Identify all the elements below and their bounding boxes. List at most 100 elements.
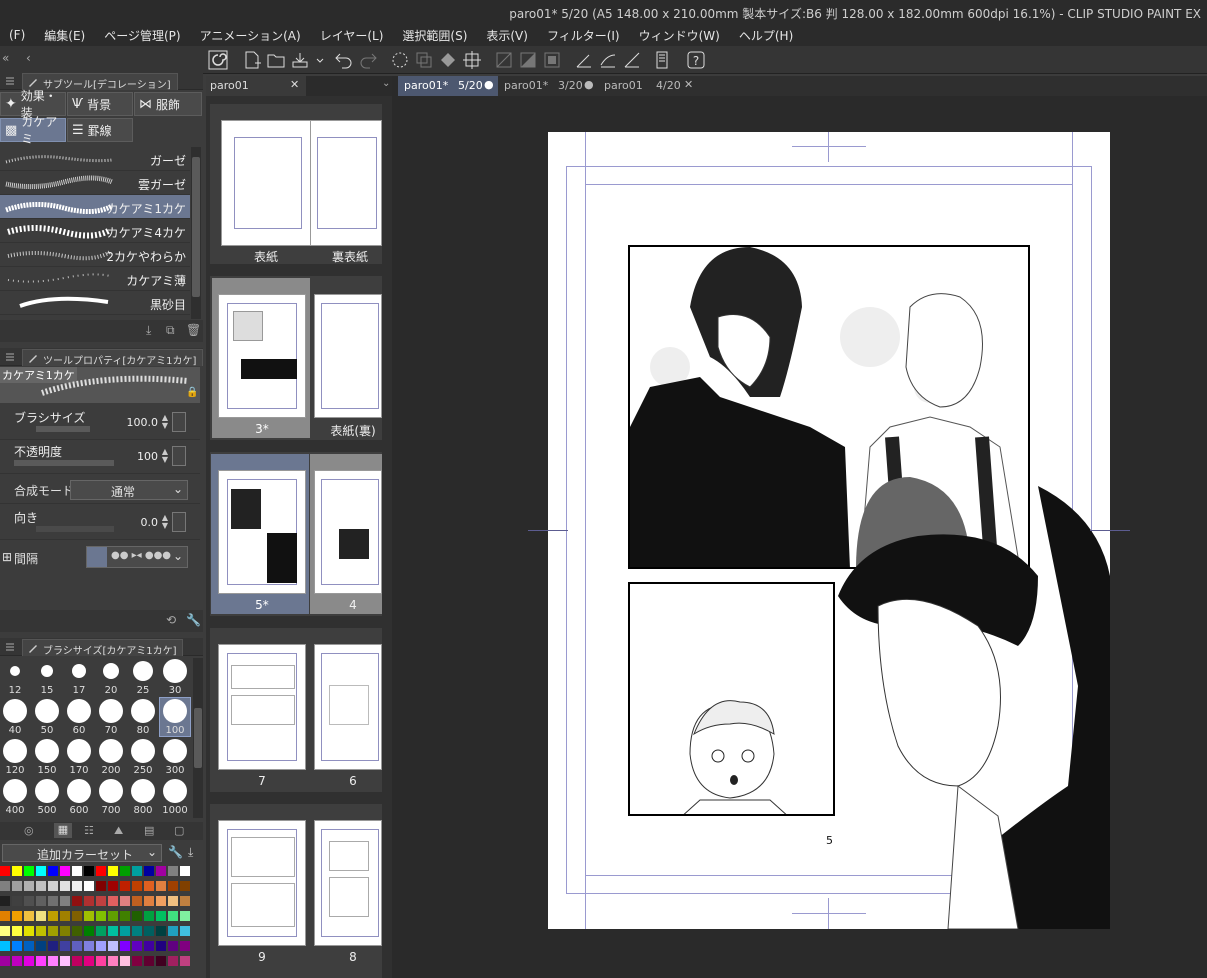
invert-selection-icon[interactable] (518, 50, 538, 70)
color-swatch[interactable] (96, 956, 106, 966)
color-swatch[interactable] (168, 896, 178, 906)
color-swatch[interactable] (168, 881, 178, 891)
color-swatch[interactable] (36, 926, 46, 936)
color-swatch[interactable] (168, 911, 178, 921)
color-swatch[interactable] (0, 896, 10, 906)
fill-icon[interactable] (438, 50, 458, 70)
slider-icon[interactable]: ☷ (84, 824, 94, 837)
color-swatch[interactable] (108, 896, 118, 906)
chevron-left-icon[interactable]: ‹ (26, 51, 31, 65)
color-swatch[interactable] (24, 881, 34, 891)
page-thumb-4[interactable] (314, 470, 382, 594)
color-swatch[interactable] (24, 926, 34, 936)
color-wheel-icon[interactable]: ◎ (24, 824, 34, 837)
canvas-tab[interactable]: paro01 4/20 ✕ (598, 76, 698, 96)
color-swatch[interactable] (48, 941, 58, 951)
size-cell[interactable]: 20 (96, 658, 126, 696)
manga-page[interactable]: 5 (548, 132, 1110, 929)
color-swatch[interactable] (156, 881, 166, 891)
color-swatch[interactable] (144, 881, 154, 891)
menu-edit[interactable]: 編集(E) (35, 27, 95, 44)
brush-item-gauze[interactable]: ガーゼ (0, 147, 190, 171)
page-thumb-7[interactable] (218, 644, 306, 770)
color-swatch[interactable] (60, 926, 70, 936)
color-swatch[interactable] (180, 956, 190, 966)
size-cell[interactable]: 300 (160, 738, 190, 776)
color-swatch[interactable] (120, 926, 130, 936)
canvas-tab-active[interactable]: paro01* 5/20 ● (398, 76, 498, 96)
menu-view[interactable]: 表示(V) (477, 27, 538, 44)
color-swatch[interactable] (60, 896, 70, 906)
menu-selection[interactable]: 選択範囲(S) (393, 27, 477, 44)
color-swatch[interactable] (12, 881, 22, 891)
color-swatch[interactable] (132, 896, 142, 906)
open-folder-icon[interactable] (266, 50, 286, 70)
close-icon[interactable]: ✕ (290, 78, 299, 91)
direction-spinner[interactable]: ▲ ▼ (162, 514, 168, 530)
color-swatch[interactable] (132, 926, 142, 936)
subview-icon[interactable]: ▢ (174, 824, 184, 837)
duplicate-icon[interactable]: ⧉ (166, 323, 175, 338)
color-swatch[interactable] (48, 926, 58, 936)
color-swatch[interactable] (144, 911, 154, 921)
color-swatch[interactable] (96, 941, 106, 951)
menu-file[interactable]: (F) (0, 28, 35, 42)
color-swatch[interactable] (120, 911, 130, 921)
size-cell[interactable]: 40 (0, 698, 30, 736)
color-swatch[interactable] (60, 956, 70, 966)
color-swatch[interactable] (72, 926, 82, 936)
color-swatch[interactable] (108, 956, 118, 966)
menu-window[interactable]: ウィンドウ(W) (630, 27, 730, 44)
menu-help[interactable]: ヘルプ(H) (730, 27, 803, 44)
color-swatch[interactable] (132, 941, 142, 951)
size-cell[interactable]: 60 (64, 698, 94, 736)
brush-item-kakeami-1[interactable]: カケアミ1カケ (0, 195, 190, 219)
color-swatch[interactable] (132, 911, 142, 921)
page-thumb-9[interactable] (218, 820, 306, 946)
color-swatch[interactable] (180, 896, 190, 906)
redo-icon[interactable] (358, 50, 378, 70)
snap-ruler-icon[interactable] (598, 50, 618, 70)
help-icon[interactable]: ? (686, 50, 706, 70)
direction-value[interactable]: 0.0 (141, 516, 159, 529)
size-cell[interactable]: 12 (0, 658, 30, 696)
color-swatch[interactable] (24, 941, 34, 951)
color-set-select[interactable]: 追加カラーセット ⌄ (2, 844, 162, 862)
color-swatch[interactable] (72, 896, 82, 906)
color-swatch[interactable] (108, 911, 118, 921)
color-swatch[interactable] (36, 866, 46, 876)
reset-icon[interactable]: ⟲ (166, 613, 176, 627)
page-thumb-6[interactable] (314, 644, 382, 770)
category-background[interactable]: Ѱ 背景 (67, 92, 133, 116)
history-icon[interactable]: ⛰ (114, 824, 123, 838)
direction-toggle[interactable] (172, 512, 186, 532)
color-swatch[interactable] (0, 881, 10, 891)
size-cell[interactable]: 600 (64, 778, 94, 816)
modified-dot-icon[interactable]: ● (484, 78, 494, 91)
size-cell[interactable]: 700 (96, 778, 126, 816)
color-swatch[interactable] (84, 926, 94, 936)
modified-dot-icon[interactable]: ● (584, 78, 594, 91)
color-swatch[interactable] (72, 941, 82, 951)
opacity-slider[interactable] (14, 460, 114, 466)
trash-icon[interactable]: 🗑 (186, 323, 201, 337)
color-swatch[interactable] (84, 881, 94, 891)
size-cell[interactable]: 25 (128, 658, 158, 696)
color-swatch[interactable] (144, 866, 154, 876)
page-thumb-inner-cover[interactable] (314, 294, 382, 418)
color-swatch[interactable] (108, 941, 118, 951)
undo-icon[interactable] (334, 50, 354, 70)
canvas-tab[interactable]: paro01* 3/20 ● (498, 76, 598, 96)
blend-mode-select[interactable]: 通常 ⌄ (70, 480, 188, 500)
size-cell[interactable]: 70 (96, 698, 126, 736)
clear-selection-icon[interactable] (494, 50, 514, 70)
color-swatch[interactable] (156, 956, 166, 966)
color-swatch[interactable] (60, 911, 70, 921)
category-crosshatch[interactable]: ▩ カケアミ (0, 115, 66, 146)
color-swatch[interactable] (24, 866, 34, 876)
opacity-spinner[interactable]: ▲ ▼ (162, 448, 168, 464)
color-swatch[interactable] (0, 956, 10, 966)
color-swatch[interactable] (84, 896, 94, 906)
layer-copy-icon[interactable] (414, 50, 434, 70)
color-swatch[interactable] (12, 941, 22, 951)
